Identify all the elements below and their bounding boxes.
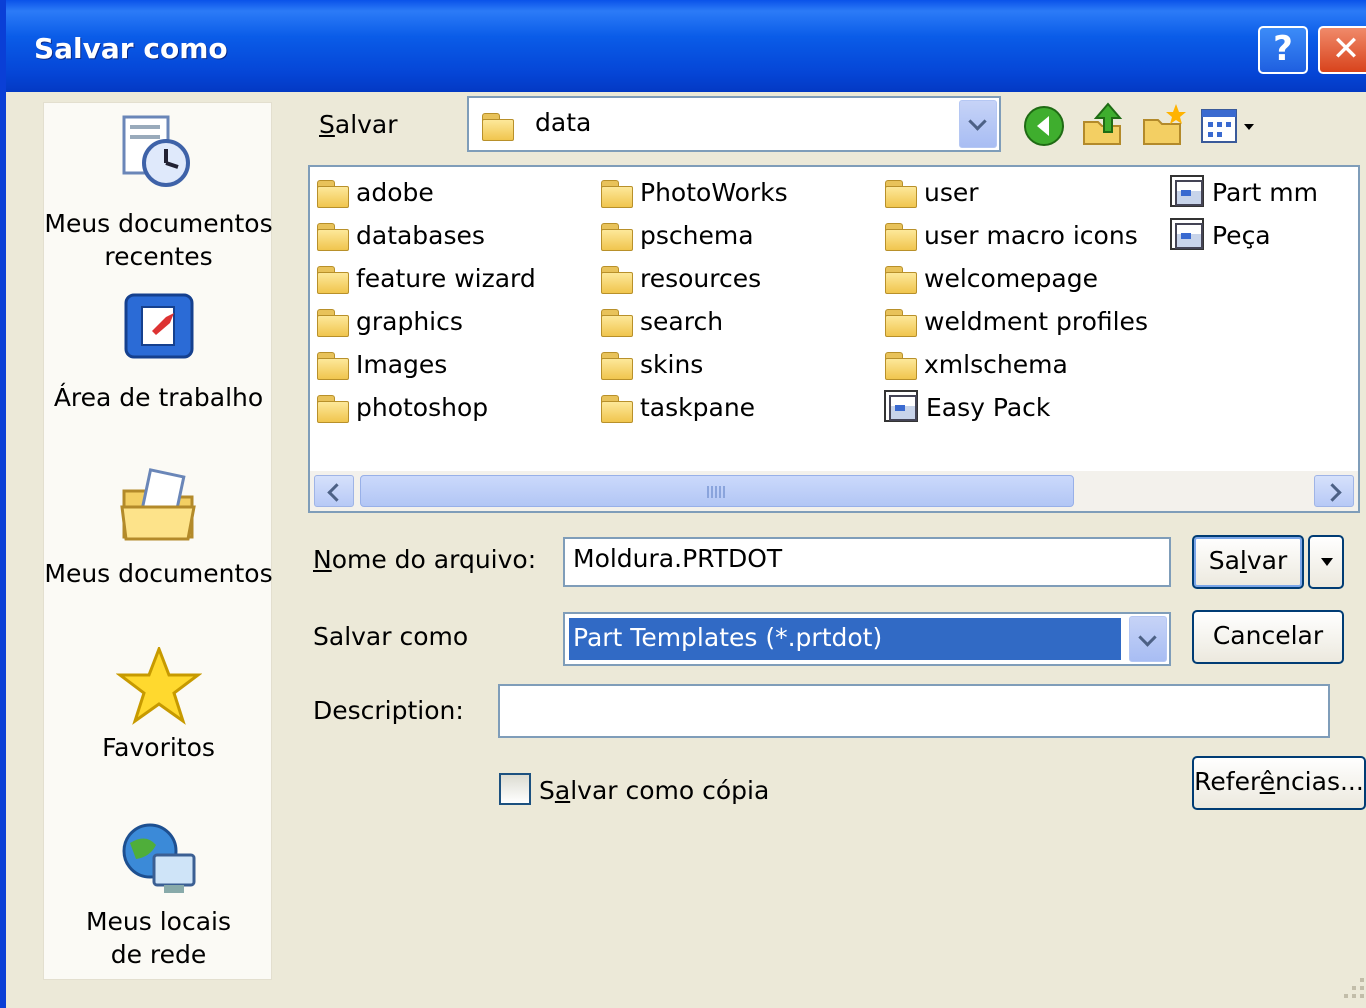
folder-icon <box>314 306 352 337</box>
folder-icon <box>882 349 920 380</box>
list-item[interactable]: databases <box>314 218 485 254</box>
view-menu-icon[interactable] <box>1200 106 1258 146</box>
list-item[interactable]: Peça <box>1170 218 1271 254</box>
close-button[interactable]: ✕ <box>1318 26 1366 74</box>
folder-icon <box>314 177 352 208</box>
scroll-left-icon[interactable] <box>314 475 354 507</box>
list-item[interactable]: photoshop <box>314 390 488 426</box>
my-documents-icon <box>120 468 196 541</box>
save-as-type-value: Part Templates (*.prtdot) <box>569 618 1121 660</box>
list-item[interactable]: Part mm <box>1170 175 1318 211</box>
chevron-down-icon <box>1321 558 1333 566</box>
folder-icon <box>598 177 636 208</box>
folder-icon <box>598 263 636 294</box>
list-item[interactable]: weldment profiles <box>882 304 1148 340</box>
part-template-icon <box>884 390 918 422</box>
folder-icon <box>598 392 636 423</box>
title-bar[interactable]: Salvar como ? ✕ <box>6 0 1366 92</box>
place-label: Área de trabalho <box>53 383 264 412</box>
folder-icon <box>314 263 352 294</box>
folder-icon <box>882 177 920 208</box>
help-button[interactable]: ? <box>1258 26 1308 74</box>
folder-icon <box>479 110 517 141</box>
description-input[interactable] <box>498 684 1330 738</box>
save-as-type-dropdown[interactable]: Part Templates (*.prtdot) <box>563 612 1171 666</box>
save-button[interactable]: Salvar <box>1192 535 1304 589</box>
list-item[interactable]: graphics <box>314 304 463 340</box>
save-as-dialog: Salvar como ? ✕ Meus documentosrecentes <box>0 0 1366 1008</box>
back-button-icon[interactable] <box>1022 104 1066 148</box>
list-item[interactable]: user macro icons <box>882 218 1138 254</box>
chevron-down-icon[interactable] <box>959 100 997 148</box>
save-copy-label[interactable]: Salvar como cópia <box>539 776 769 805</box>
cancel-button[interactable]: Cancelar <box>1192 610 1344 664</box>
horizontal-scrollbar[interactable] <box>310 471 1358 511</box>
favorites-star-icon <box>116 647 202 725</box>
list-item[interactable]: resources <box>598 261 761 297</box>
up-folder-icon[interactable] <box>1080 100 1126 148</box>
desktop-icon <box>124 293 194 359</box>
resize-grip-icon[interactable] <box>1338 972 1366 1002</box>
place-label: Meus documentos <box>44 559 273 588</box>
folder-icon <box>598 306 636 337</box>
list-item[interactable]: taskpane <box>598 390 755 426</box>
folder-icon <box>314 349 352 380</box>
list-item[interactable]: welcomepage <box>882 261 1098 297</box>
list-item[interactable]: feature wizard <box>314 261 536 297</box>
window-title: Salvar como <box>34 32 228 65</box>
scroll-right-icon[interactable] <box>1314 475 1354 507</box>
place-label: Meus documentos recentes <box>44 209 273 271</box>
folder-icon <box>314 220 352 251</box>
chevron-down-icon[interactable] <box>1129 616 1167 662</box>
save-in-value: data <box>535 108 592 137</box>
place-label: Meus locais de rede <box>85 907 232 969</box>
place-label: Favoritos <box>102 733 215 762</box>
list-item[interactable]: PhotoWorks <box>598 175 788 211</box>
folder-icon <box>598 220 636 251</box>
list-item[interactable]: Easy Pack <box>884 390 1050 426</box>
list-item[interactable]: adobe <box>314 175 434 211</box>
new-folder-icon[interactable] <box>1140 102 1186 148</box>
list-item[interactable]: skins <box>598 347 703 383</box>
folder-icon <box>598 349 636 380</box>
list-item[interactable]: Images <box>314 347 447 383</box>
places-bar: Meus documentos recentes Área de trabalho… <box>43 102 273 980</box>
save-in-dropdown[interactable]: data <box>467 96 1001 152</box>
recent-documents-icon <box>122 115 190 187</box>
filename-input[interactable]: Moldura.PRTDOT <box>563 537 1171 587</box>
filename-label: Nome do arquivo: <box>313 545 537 574</box>
list-item[interactable]: search <box>598 304 723 340</box>
scrollbar-thumb[interactable] <box>360 475 1074 507</box>
list-item[interactable]: pschema <box>598 218 754 254</box>
save-options-button[interactable] <box>1308 535 1344 589</box>
list-item[interactable]: xmlschema <box>882 347 1068 383</box>
save-copy-checkbox[interactable] <box>499 773 531 805</box>
folder-icon <box>882 306 920 337</box>
references-button[interactable]: Referências... <box>1192 756 1366 810</box>
save-in-label: Salvar <box>319 110 398 139</box>
part-template-icon <box>1170 175 1204 207</box>
list-item[interactable]: user <box>882 175 979 211</box>
folder-icon <box>314 392 352 423</box>
network-places-icon <box>122 823 196 893</box>
folder-icon <box>882 220 920 251</box>
description-label: Description: <box>313 696 464 725</box>
save-as-type-label: Salvar como <box>313 622 469 651</box>
folder-icon <box>882 263 920 294</box>
file-list[interactable]: adobe databases feature wizard graphics … <box>308 165 1360 513</box>
part-template-icon <box>1170 218 1204 250</box>
